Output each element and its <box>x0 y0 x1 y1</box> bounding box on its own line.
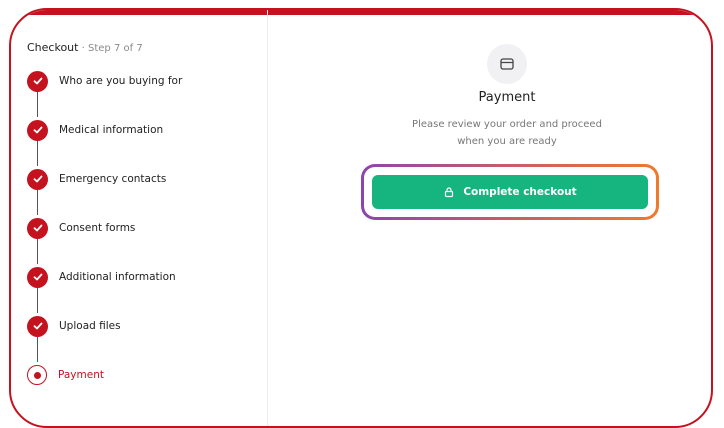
complete-checkout-label: Complete checkout <box>463 186 577 198</box>
title-separator: · <box>78 43 89 54</box>
step-item-payment[interactable]: Payment <box>27 363 104 387</box>
step-item-who-are-you-buying-for[interactable]: Who are you buying for <box>27 69 182 93</box>
step-label: Who are you buying for <box>59 75 183 87</box>
card-icon <box>487 44 527 84</box>
checkout-title: Checkout <box>27 41 79 54</box>
step-item-consent-forms[interactable]: Consent forms <box>27 216 135 240</box>
step-label: Payment <box>58 369 104 381</box>
check-icon <box>27 217 48 239</box>
step-item-medical-information[interactable]: Medical information <box>27 118 163 142</box>
step-item-additional-information[interactable]: Additional information <box>27 265 176 289</box>
check-icon <box>27 315 48 337</box>
page-description: Please review your order and proceed whe… <box>412 119 602 147</box>
step-label: Emergency contacts <box>59 173 167 185</box>
cta-highlight: Complete checkout <box>361 164 659 220</box>
step-item-upload-files[interactable]: Upload files <box>27 314 121 338</box>
step-label: Upload files <box>59 320 121 332</box>
sidebar-title: Checkout · Step 7 of 7 <box>27 41 143 54</box>
check-icon <box>27 168 48 190</box>
step-connector <box>37 287 38 313</box>
step-connector <box>37 91 38 117</box>
step-item-emergency-contacts[interactable]: Emergency contacts <box>27 167 166 191</box>
check-icon <box>27 266 48 288</box>
check-icon <box>27 119 48 141</box>
step-label: Additional information <box>59 271 176 283</box>
lock-icon <box>445 187 454 198</box>
page-title: Payment <box>478 90 536 105</box>
step-label: Consent forms <box>59 222 136 234</box>
step-sidebar: Checkout · Step 7 of 7 Who are you buyin… <box>11 10 268 426</box>
cta-highlight-inner: Complete checkout <box>364 167 656 217</box>
complete-checkout-button[interactable]: Complete checkout <box>372 175 648 209</box>
step-connector <box>37 189 38 215</box>
checkout-panel: Checkout · Step 7 of 7 Who are you buyin… <box>9 8 713 428</box>
step-connector <box>37 336 38 362</box>
step-connector <box>37 238 38 264</box>
check-icon <box>27 70 48 92</box>
step-counter: Step 7 of 7 <box>88 43 143 54</box>
step-connector <box>37 140 38 166</box>
step-label: Medical information <box>59 124 164 136</box>
current-step-icon <box>27 365 47 385</box>
